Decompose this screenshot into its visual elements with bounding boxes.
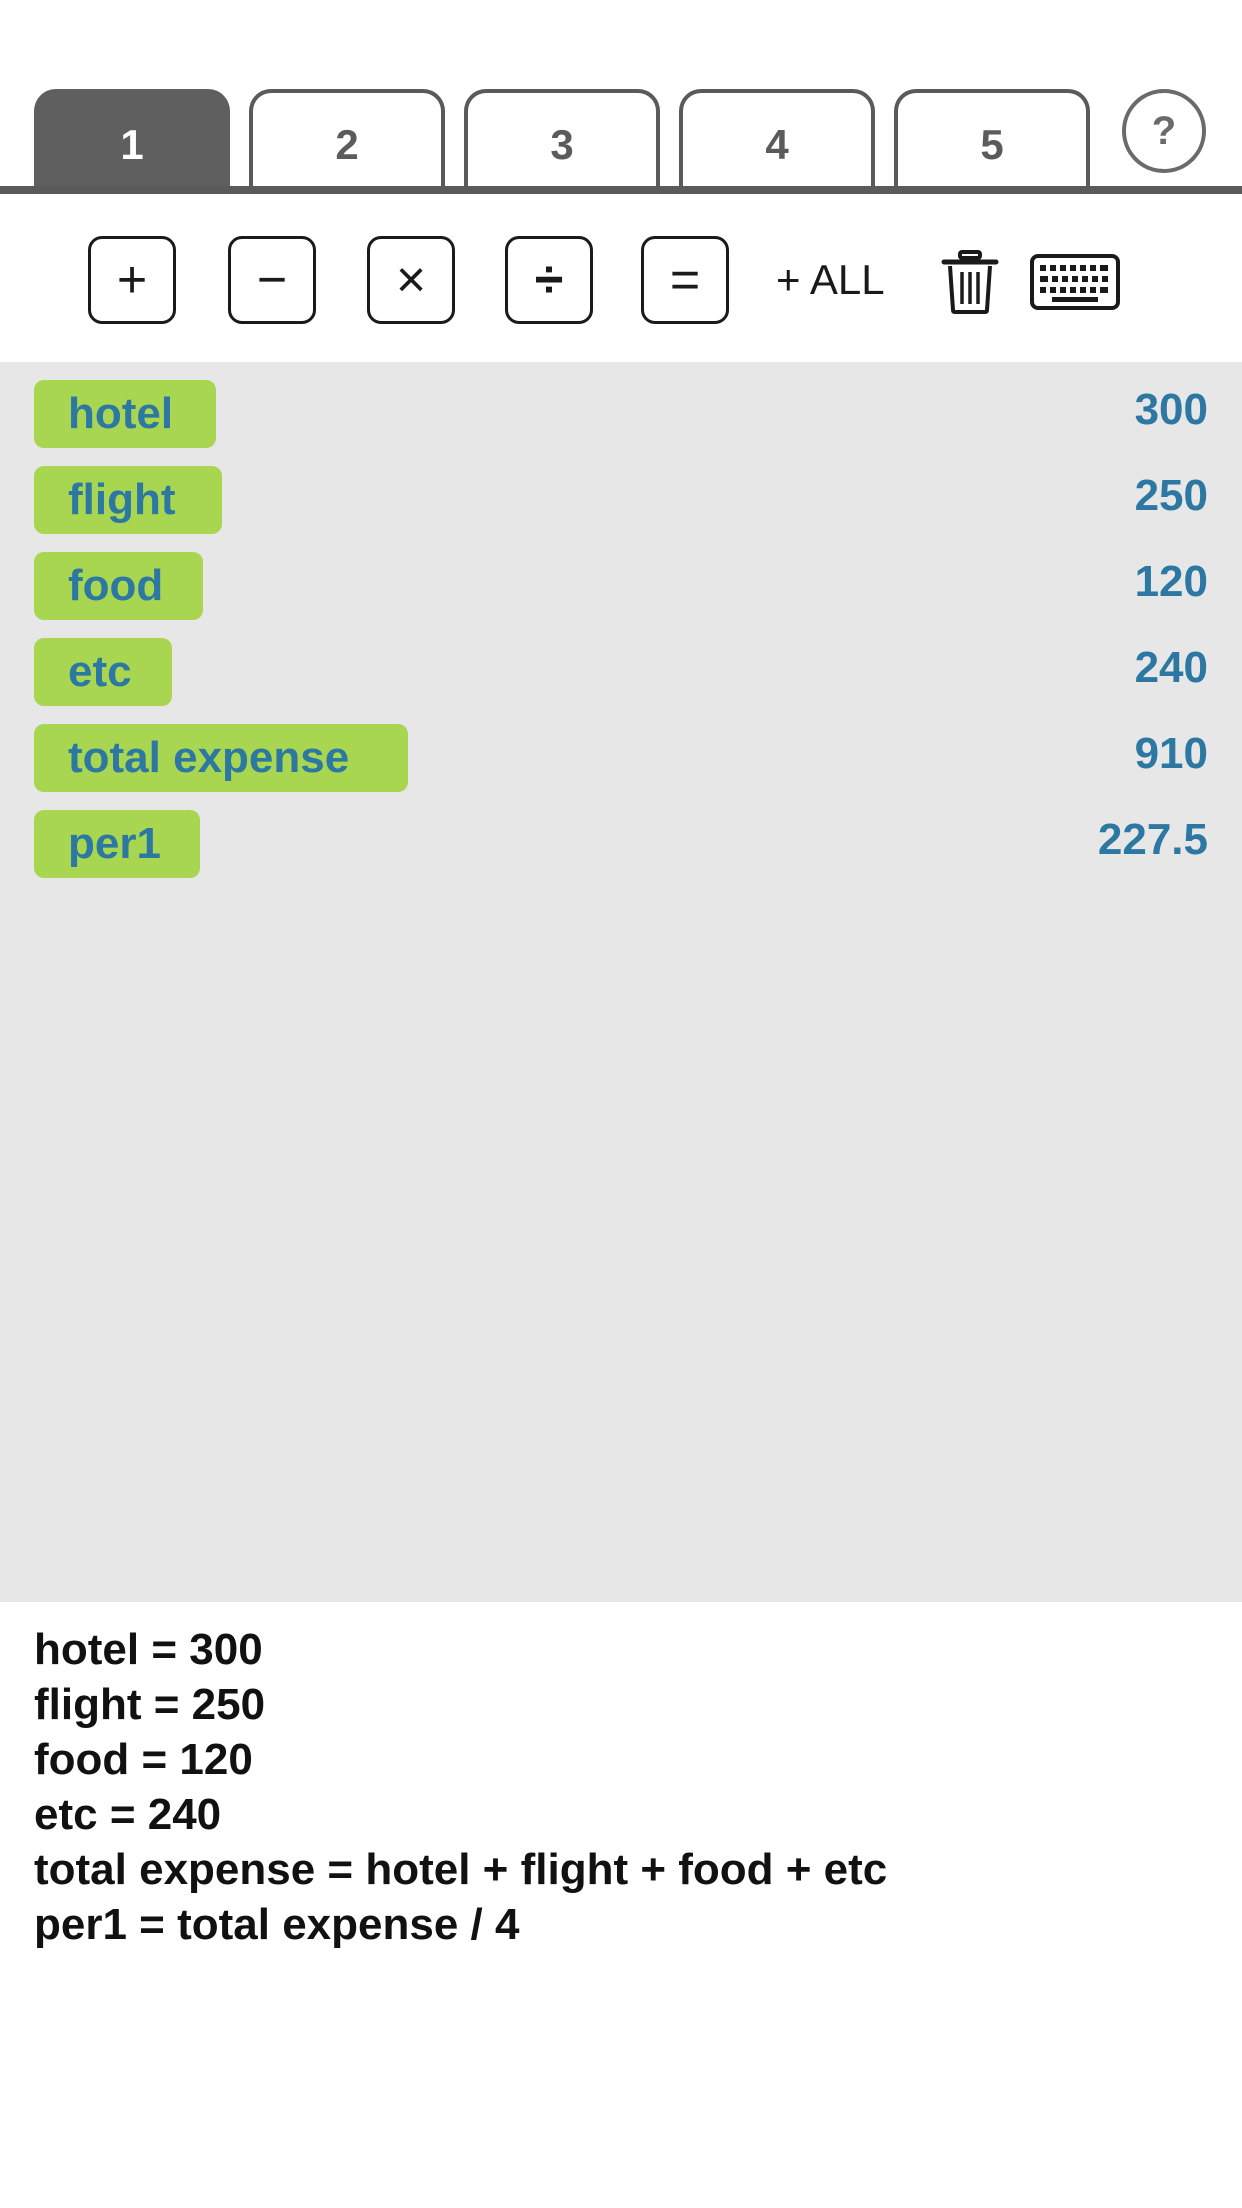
variable-chip[interactable]: etc [34,638,172,706]
variable-value: 227.5 [1097,815,1208,864]
variable-chip[interactable]: food [34,552,203,620]
variable-value: 120 [1134,557,1208,606]
trash-icon[interactable] [940,250,1000,314]
tab-3[interactable]: 3 [464,89,660,189]
list-item[interactable]: hotel 300 [0,380,1242,452]
tab-bar-divider [0,186,1242,194]
formula-line[interactable]: per1 = total expense / 4 [34,1897,1214,1952]
tab-1[interactable]: 1 [34,89,230,189]
variable-chip[interactable]: total expense [34,724,408,792]
list-item[interactable]: food 120 [0,552,1242,624]
variables-list: hotel 300 flight 250 food 120 etc 240 to… [0,362,1242,1602]
operator-toolbar: + − × ÷ = + ALL [0,194,1242,362]
formula-line[interactable]: etc = 240 [34,1787,1214,1842]
tab-bar: 1 2 3 4 5 ? [0,0,1242,200]
variable-value: 250 [1134,471,1208,520]
calculator-screen: 1 2 3 4 5 ? + − × ÷ = + ALL hotel 300 fl… [0,0,1242,2208]
plus-all-button[interactable]: + ALL [776,256,885,304]
variable-value: 300 [1134,385,1208,434]
list-item[interactable]: total expense 910 [0,724,1242,796]
help-button[interactable]: ? [1122,89,1206,173]
minus-button[interactable]: − [228,236,316,324]
variable-value: 910 [1134,729,1208,778]
tab-4[interactable]: 4 [679,89,875,189]
formula-line[interactable]: total expense = hotel + flight + food + … [34,1842,1214,1897]
formula-line[interactable]: hotel = 300 [34,1622,1214,1677]
list-item[interactable]: per1 227.5 [0,810,1242,882]
keyboard-icon[interactable] [1030,254,1120,310]
divide-button[interactable]: ÷ [505,236,593,324]
tab-2[interactable]: 2 [249,89,445,189]
variable-chip[interactable]: per1 [34,810,200,878]
multiply-button[interactable]: × [367,236,455,324]
tab-5[interactable]: 5 [894,89,1090,189]
list-item[interactable]: flight 250 [0,466,1242,538]
variable-chip[interactable]: flight [34,466,222,534]
formula-editor[interactable]: hotel = 300 flight = 250 food = 120 etc … [34,1622,1214,1952]
variable-value: 240 [1134,643,1208,692]
formula-line[interactable]: flight = 250 [34,1677,1214,1732]
variable-chip[interactable]: hotel [34,380,216,448]
equals-button[interactable]: = [641,236,729,324]
list-item[interactable]: etc 240 [0,638,1242,710]
plus-button[interactable]: + [88,236,176,324]
formula-line[interactable]: food = 120 [34,1732,1214,1787]
